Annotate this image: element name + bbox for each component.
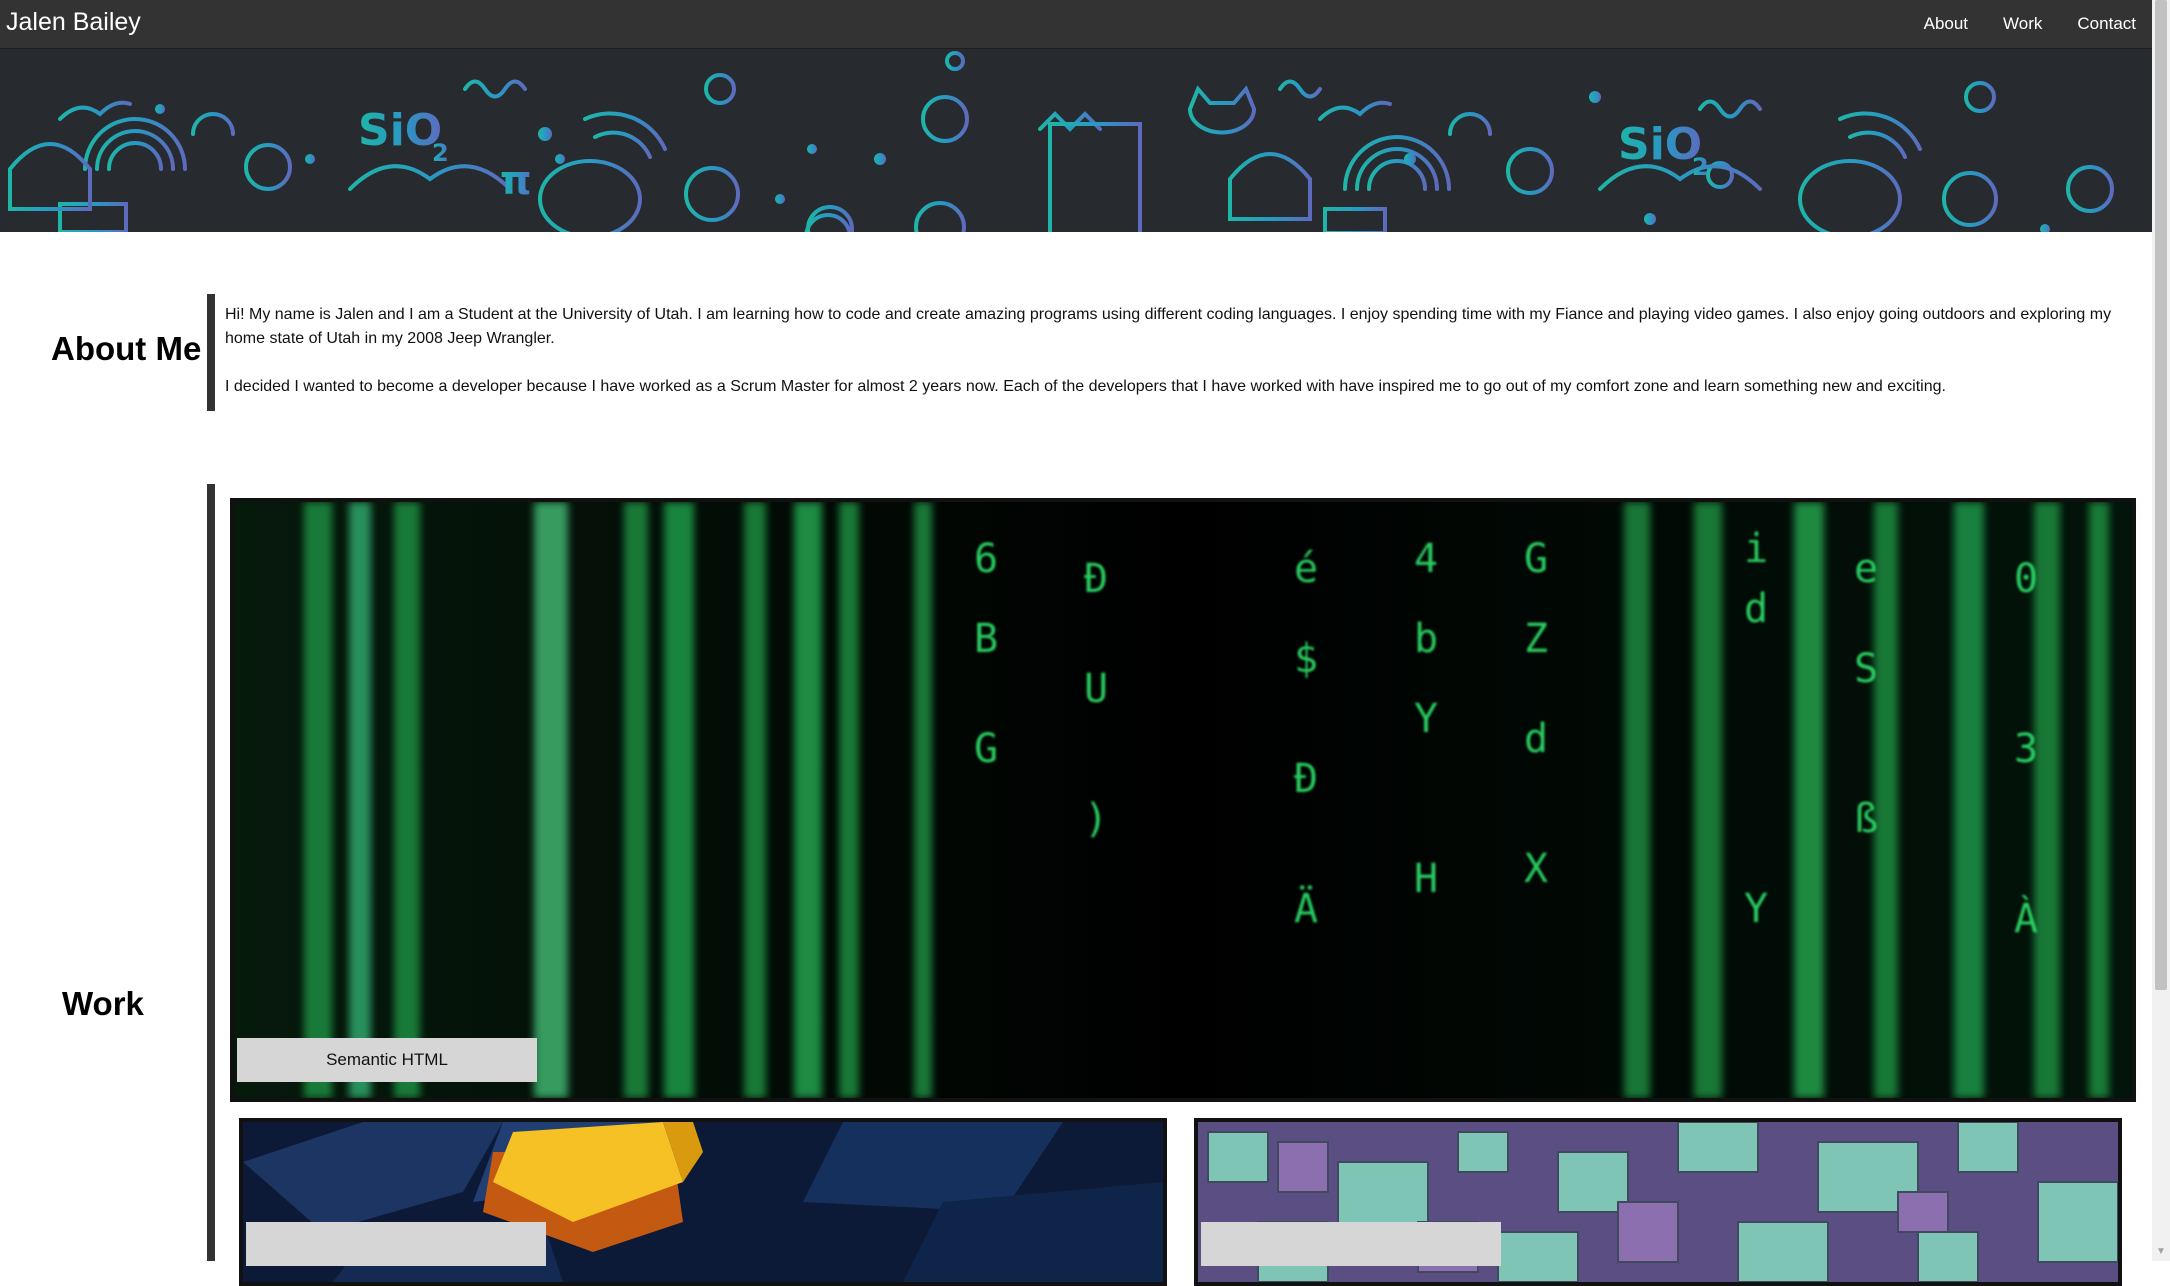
work-divider — [207, 484, 215, 1261]
svg-text:Y: Y — [1744, 886, 1768, 932]
nav-link-about[interactable]: About — [1924, 14, 1968, 34]
svg-text:S: S — [1854, 646, 1878, 692]
top-nav: Jalen Bailey About Work Contact — [0, 0, 2152, 50]
project-label-semantic-html[interactable]: Semantic HTML — [237, 1038, 537, 1082]
project-card-semantic-html[interactable]: 6BG Ð U) é $ Ð Ä 4bYH GZdX idY eSß 03À Seman… — [230, 498, 2136, 1102]
about-paragraph-1: Hi! My name is Jalen and I am a Student … — [225, 306, 2112, 347]
hero-formula-1-sub: 2 — [432, 139, 449, 167]
svg-text:U: U — [1084, 666, 1108, 712]
svg-text:G: G — [1524, 536, 1548, 582]
about-divider — [207, 294, 215, 411]
svg-text:b: b — [1414, 616, 1438, 662]
svg-text:d: d — [1744, 586, 1768, 632]
hero-pi: π — [500, 158, 532, 204]
matrix-code-image: 6BG ÐU) é$ÐÄ 4bYH GZdX idY eSß 03À — [234, 502, 2132, 1098]
hero-banner: SiO 2 SiO 2 π — [0, 49, 2152, 232]
hero-formula-1: SiO — [358, 105, 442, 156]
svg-text:6: 6 — [974, 536, 998, 582]
hero-formula-2: SiO — [1618, 119, 1702, 170]
svg-text:Ð: Ð — [1294, 756, 1318, 802]
doodle-pattern: SiO 2 SiO 2 π — [8, 51, 2114, 232]
svg-text:): ) — [1084, 796, 1108, 842]
svg-text:X: X — [1524, 846, 1548, 892]
svg-text:3: 3 — [2014, 726, 2038, 772]
nav-link-work[interactable]: Work — [2003, 14, 2042, 34]
svg-text:Y: Y — [1414, 696, 1438, 742]
svg-text:Ä: Ä — [1294, 884, 1318, 932]
svg-text:H: H — [1414, 856, 1438, 902]
nav-links: About Work Contact — [1889, 14, 2136, 34]
svg-text:i: i — [1744, 526, 1768, 572]
svg-text:e: e — [1854, 546, 1878, 592]
project-label-3[interactable] — [1201, 1222, 1501, 1266]
svg-text:Z: Z — [1524, 616, 1548, 662]
svg-text:0: 0 — [2014, 556, 2038, 602]
svg-text:4: 4 — [1414, 536, 1438, 582]
about-text: Hi! My name is Jalen and I am a Student … — [225, 303, 2120, 423]
svg-text:ß: ß — [1854, 796, 1878, 842]
scroll-down-arrow-icon[interactable]: ▼ — [2154, 1245, 2168, 1259]
work-heading: Work — [62, 985, 144, 1022]
svg-text:À: À — [2014, 894, 2038, 942]
nav-link-contact[interactable]: Contact — [2077, 14, 2136, 34]
svg-text:$: $ — [1294, 636, 1318, 682]
about-heading: About Me — [51, 330, 202, 367]
page-scrollbar[interactable]: ▲ ▼ — [2152, 0, 2170, 1261]
brand-name[interactable]: Jalen Bailey — [6, 8, 141, 37]
svg-text:B: B — [974, 616, 998, 662]
svg-text:G: G — [974, 726, 998, 772]
svg-text:d: d — [1524, 716, 1548, 762]
about-paragraph-2: I decided I wanted to become a developer… — [225, 378, 1946, 395]
project-label-2[interactable] — [246, 1222, 546, 1266]
hero-formula-2-sub: 2 — [1692, 153, 1709, 181]
svg-text:Ð: Ð — [1084, 556, 1108, 602]
svg-text:é: é — [1294, 546, 1318, 592]
scrollbar-thumb[interactable] — [2155, 0, 2167, 990]
